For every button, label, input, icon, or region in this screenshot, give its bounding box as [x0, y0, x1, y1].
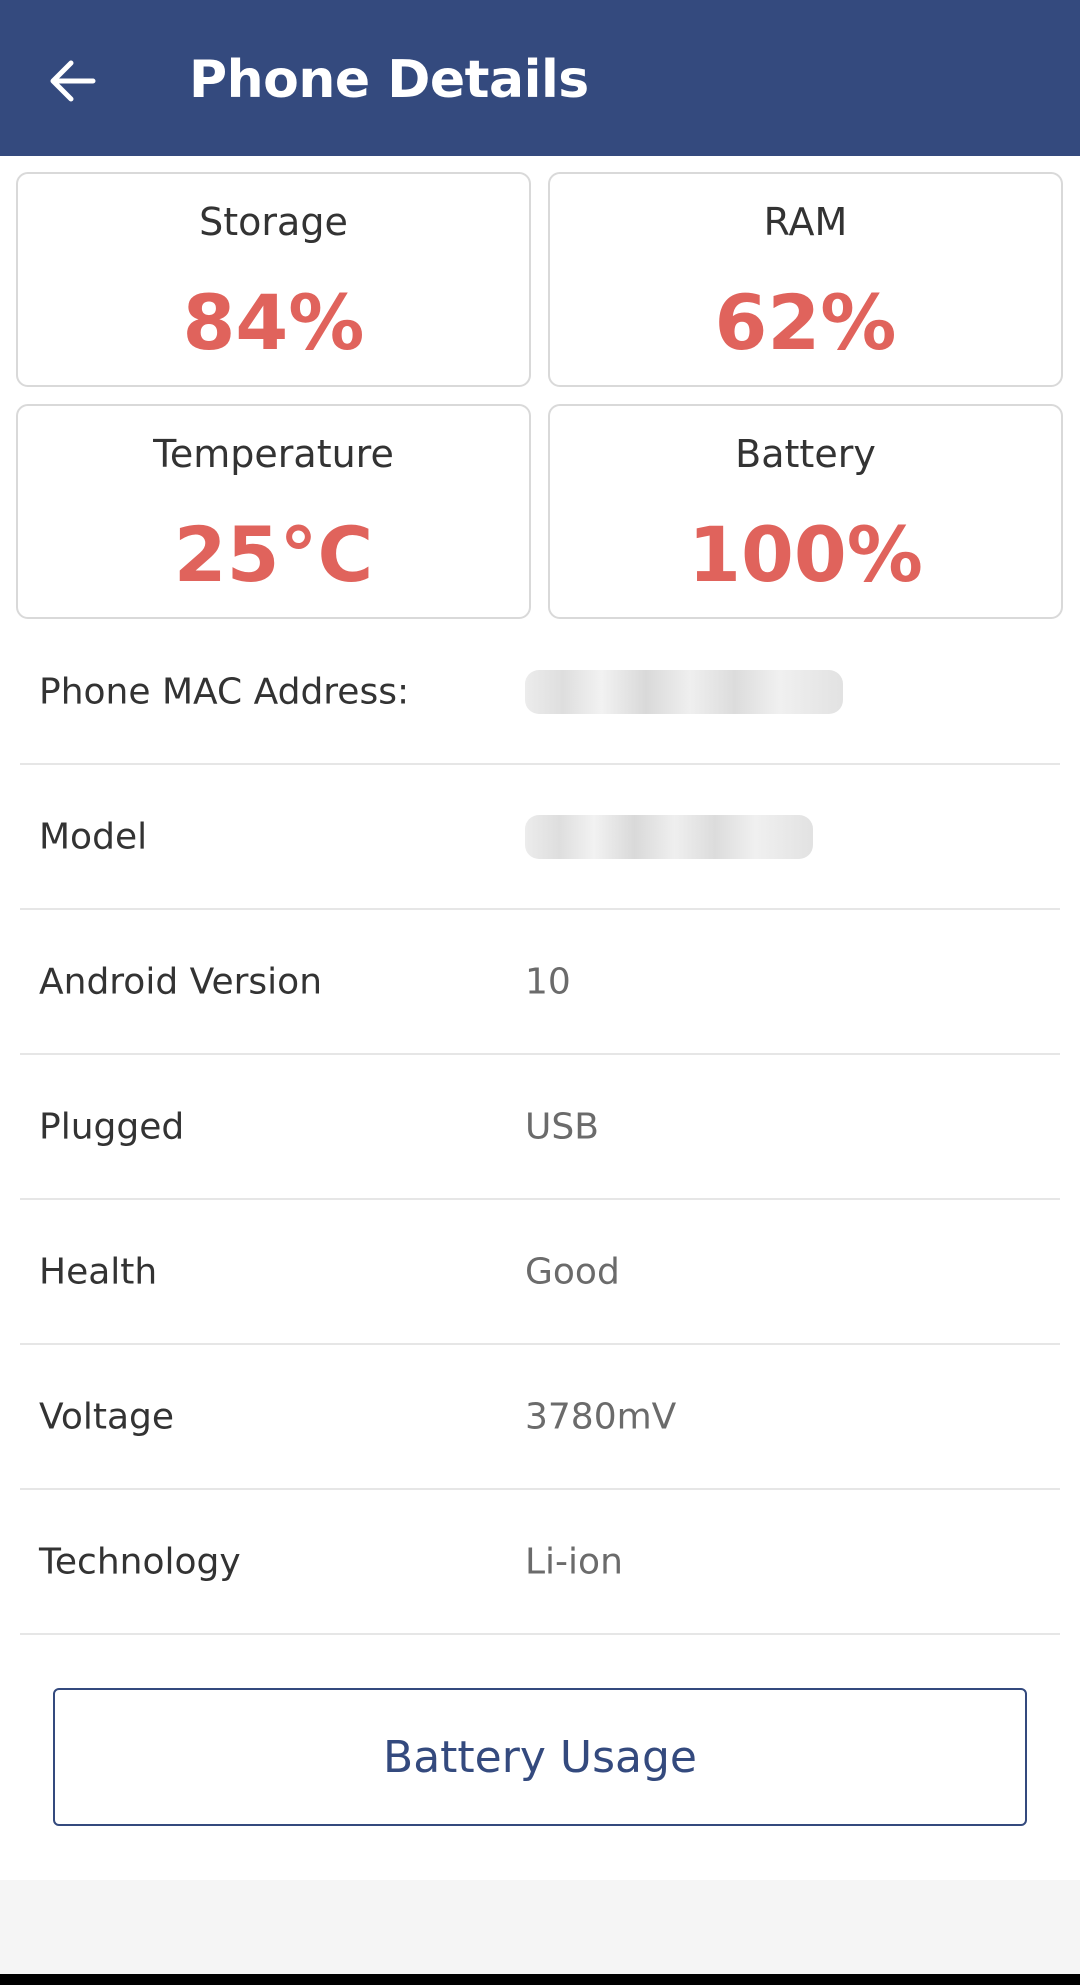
model-redacted — [525, 814, 813, 859]
technology-value: Li-ion — [525, 1541, 623, 1582]
health-value: Good — [525, 1251, 620, 1292]
health-label: Health — [39, 1251, 158, 1292]
battery-label: Battery — [735, 432, 876, 476]
model-label: Model — [39, 816, 148, 857]
app-bar: Phone Details — [0, 0, 1080, 156]
storage-card: Storage 84% — [16, 172, 531, 387]
detail-row-mac-address: Phone MAC Address: — [20, 620, 1060, 765]
detail-row-plugged: Plugged USB — [20, 1055, 1060, 1200]
plugged-value: USB — [525, 1106, 599, 1147]
temperature-card: Temperature 25°C — [16, 404, 531, 619]
voltage-value: 3780mV — [525, 1396, 677, 1437]
detail-row-health: Health Good — [20, 1200, 1060, 1345]
footer-area — [0, 1880, 1080, 1974]
android-version-value: 10 — [525, 961, 571, 1002]
page-title: Phone Details — [189, 50, 589, 110]
mac-address-label: Phone MAC Address: — [39, 671, 410, 712]
system-bottom-bar — [0, 1974, 1080, 1985]
detail-row-android-version: Android Version 10 — [20, 910, 1060, 1055]
back-button[interactable] — [38, 46, 108, 116]
mac-address-redacted — [525, 669, 843, 714]
storage-value: 84% — [182, 278, 365, 367]
arrow-left-icon — [50, 60, 96, 102]
voltage-label: Voltage — [39, 1396, 175, 1437]
storage-label: Storage — [199, 200, 348, 244]
battery-value: 100% — [688, 510, 923, 599]
ram-value: 62% — [714, 278, 897, 367]
detail-row-technology: Technology Li-ion — [20, 1490, 1060, 1635]
android-version-label: Android Version — [39, 961, 323, 1002]
ram-label: RAM — [763, 200, 848, 244]
plugged-label: Plugged — [39, 1106, 185, 1147]
detail-row-voltage: Voltage 3780mV — [20, 1345, 1060, 1490]
ram-card: RAM 62% — [548, 172, 1063, 387]
detail-row-model: Model — [20, 765, 1060, 910]
temperature-label: Temperature — [153, 432, 394, 476]
battery-card: Battery 100% — [548, 404, 1063, 619]
technology-label: Technology — [39, 1541, 241, 1582]
battery-usage-button[interactable]: Battery Usage — [53, 1688, 1027, 1826]
temperature-value: 25°C — [173, 510, 374, 599]
